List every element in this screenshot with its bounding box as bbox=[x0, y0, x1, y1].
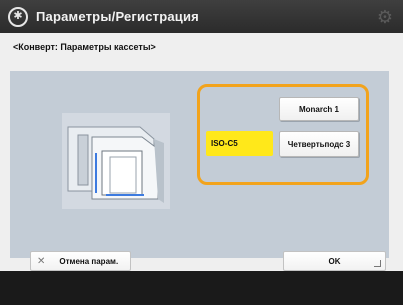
page-title: Параметры/Регистрация bbox=[36, 9, 199, 24]
other-envelope-option-label: Четвертьподс 3 bbox=[287, 139, 351, 149]
monarch-option-button[interactable]: Monarch 1 bbox=[279, 97, 359, 121]
action-bar: ✕ Отмена парам. OK bbox=[0, 251, 403, 271]
settings-register-icon: ✱ bbox=[8, 6, 28, 27]
iso-c5-option-button[interactable]: ISO-C5 bbox=[206, 131, 273, 156]
footer bbox=[0, 271, 403, 305]
breadcrumb: <Конверт: Параметры кассеты> bbox=[13, 42, 156, 52]
close-icon: ✕ bbox=[37, 255, 46, 267]
paper-drawer-illustration bbox=[62, 113, 170, 209]
corner-icon bbox=[374, 260, 381, 267]
ok-button[interactable]: OK bbox=[283, 251, 386, 271]
cancel-settings-button[interactable]: ✕ Отмена парам. bbox=[30, 251, 131, 271]
title-bar: ✱ Параметры/Регистрация ⚙ bbox=[0, 0, 403, 33]
other-envelope-option-button[interactable]: Четвертьподс 3 bbox=[279, 131, 359, 157]
monarch-option-label: Monarch 1 bbox=[298, 104, 339, 114]
main-content: <Конверт: Параметры кассеты> Monarch 1 I… bbox=[0, 33, 403, 271]
cancel-settings-label: Отмена парам. bbox=[59, 256, 119, 266]
iso-c5-option-label: ISO-C5 bbox=[211, 139, 238, 148]
envelope-options-panel: Monarch 1 ISO-C5 Четвертьподс 3 bbox=[10, 71, 389, 258]
ok-label: OK bbox=[328, 256, 341, 266]
gear-icon[interactable]: ⚙ bbox=[376, 8, 394, 26]
